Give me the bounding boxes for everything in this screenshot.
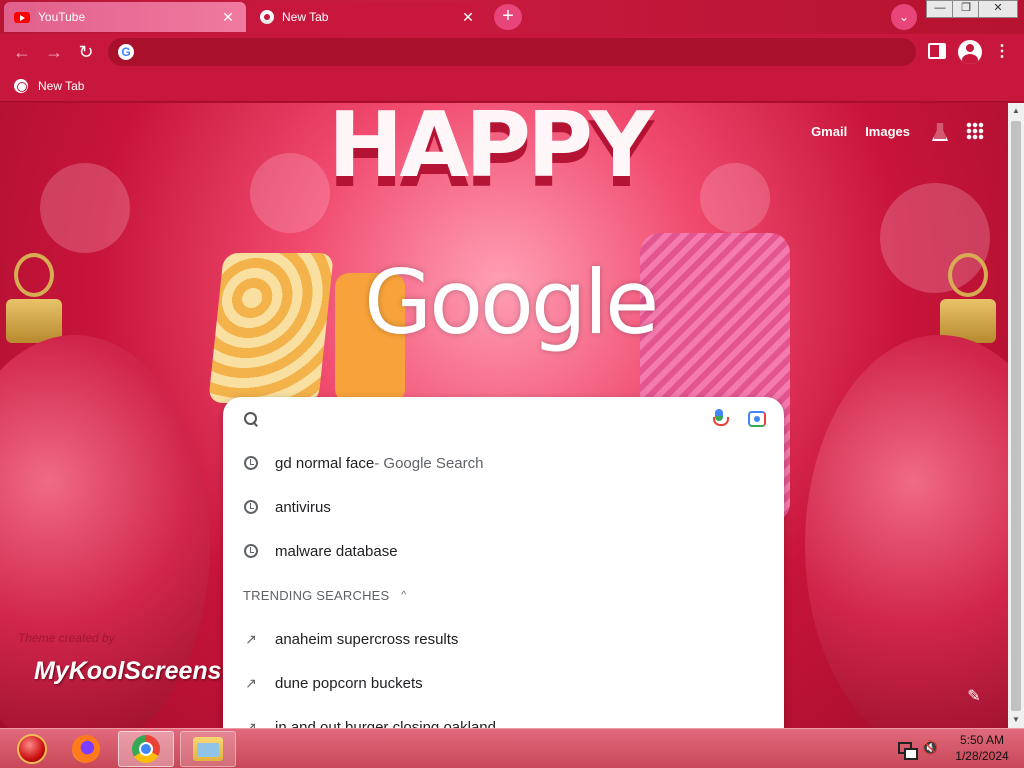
google-logo: Google: [364, 251, 659, 354]
bookmark-label: New Tab: [38, 79, 85, 93]
chrome-icon: [260, 10, 274, 24]
apps-grid-icon[interactable]: [966, 122, 984, 140]
trending-item[interactable]: ↗ anaheim supercross results: [223, 617, 784, 661]
suggestion-text: antivirus: [275, 498, 331, 516]
trending-header: TRENDING SEARCHES ^: [223, 573, 784, 617]
page-scrollbar[interactable]: ▲ ▼: [1008, 103, 1024, 728]
history-clock-icon: [244, 544, 258, 558]
trending-arrow-icon: ↗: [245, 630, 257, 647]
maximize-button[interactable]: ❐: [952, 0, 980, 18]
reload-button[interactable]: ↻: [74, 40, 98, 64]
ornament-right: [805, 335, 1008, 728]
bokeh-decoration: [700, 163, 770, 233]
omnibox[interactable]: G: [108, 38, 916, 66]
search-icon: [243, 411, 259, 427]
suggestion-item[interactable]: malware database: [223, 529, 784, 573]
profile-avatar-icon[interactable]: [958, 40, 982, 64]
scroll-thumb[interactable]: [1011, 121, 1021, 711]
start-button[interactable]: [4, 731, 60, 767]
youtube-icon: [14, 11, 30, 23]
back-button[interactable]: ←: [10, 40, 34, 64]
more-menu-icon[interactable]: ⋮: [994, 42, 1010, 62]
trending-text: dune popcorn buckets: [275, 674, 423, 692]
suggestion-item[interactable]: gd normal face - Google Search: [223, 441, 784, 485]
images-link[interactable]: Images: [865, 124, 910, 139]
chrome-icon: [132, 735, 160, 763]
forward-button[interactable]: →: [42, 40, 66, 64]
network-icon[interactable]: [898, 740, 918, 760]
bookmarks-bar: New Tab: [0, 70, 1024, 102]
suggestion-suffix: - Google Search: [374, 454, 484, 472]
system-clock[interactable]: 5:50 AM 1/28/2024: [950, 732, 1014, 764]
minimize-button[interactable]: —: [926, 0, 954, 18]
tab-title: YouTube: [38, 10, 86, 24]
google-g-icon: G: [118, 44, 134, 60]
history-clock-icon: [244, 456, 258, 470]
microphone-icon[interactable]: [712, 409, 729, 429]
search-input[interactable]: [275, 410, 712, 428]
bokeh-decoration: [40, 163, 130, 253]
search-row: [223, 397, 784, 441]
history-clock-icon: [244, 500, 258, 514]
labs-flask-icon[interactable]: [928, 121, 948, 141]
new-tab-button[interactable]: +: [494, 4, 522, 30]
trending-title: TRENDING SEARCHES: [243, 587, 390, 603]
tab-search-button[interactable]: ⌄: [891, 4, 917, 30]
firefox-icon: [72, 735, 100, 763]
bookmark-new-tab[interactable]: New Tab: [14, 76, 84, 96]
trending-arrow-icon: ↗: [245, 674, 257, 691]
ornament-ring: [948, 253, 988, 297]
search-dropdown: gd normal face - Google Search antivirus…: [223, 397, 784, 728]
new-tab-page: HAPPY Gmail Images Google Theme created …: [0, 103, 1008, 728]
customize-pencil-icon[interactable]: ✎: [960, 683, 988, 711]
trending-arrow-icon: ↗: [245, 718, 257, 729]
trending-text: in and out burger closing oakland: [275, 718, 496, 729]
trending-item[interactable]: ↗ dune popcorn buckets: [223, 661, 784, 705]
suggestion-item[interactable]: antivirus: [223, 485, 784, 529]
tab-new-tab[interactable]: New Tab ✕: [250, 2, 486, 32]
decorative-letter: [208, 253, 334, 403]
toolbar: ← → ↻ G ⋮: [0, 34, 1024, 70]
taskbar-file-explorer[interactable]: [180, 731, 236, 767]
tab-strip: YouTube ✕ New Tab ✕ + ⌄ — ❐ ✕: [0, 0, 1024, 34]
address-bar-input[interactable]: [144, 44, 904, 60]
tab-youtube[interactable]: YouTube ✕: [4, 2, 246, 32]
top-links: Gmail Images: [811, 121, 984, 141]
trending-item[interactable]: ↗ in and out burger closing oakland: [223, 705, 784, 729]
taskbar-firefox[interactable]: [58, 731, 114, 767]
taskbar: [0, 728, 1024, 768]
google-lens-icon[interactable]: [748, 411, 766, 427]
taskbar-chrome[interactable]: [118, 731, 174, 767]
happy-decoration: HAPPY: [328, 103, 654, 198]
folder-icon: [193, 737, 223, 761]
theme-credit[interactable]: Theme created by: [18, 631, 115, 645]
suggestion-text: gd normal face: [275, 454, 375, 472]
clock-time: 5:50 AM: [959, 733, 1005, 747]
ornament-cap: [6, 299, 62, 343]
side-panel-icon[interactable]: [928, 43, 946, 59]
theme-brand[interactable]: MyKoolScreens: [34, 657, 222, 686]
ornament-ring: [14, 253, 54, 297]
start-orb-icon: [17, 734, 47, 764]
clock-date: 1/28/2024: [955, 749, 1009, 763]
scroll-up-arrow-icon[interactable]: ▲: [1008, 103, 1024, 119]
tab-title: New Tab: [282, 10, 329, 24]
scroll-down-arrow-icon[interactable]: ▼: [1008, 712, 1024, 728]
close-window-button[interactable]: ✕: [978, 0, 1018, 18]
bokeh-decoration: [250, 153, 330, 233]
tab-close-icon[interactable]: ✕: [220, 9, 236, 25]
collapse-chevron-icon[interactable]: ^: [401, 590, 406, 601]
suggestion-text: malware database: [275, 542, 398, 560]
gmail-link[interactable]: Gmail: [811, 124, 847, 139]
volume-muted-icon[interactable]: 🔇: [922, 740, 938, 756]
globe-icon: [14, 79, 28, 93]
trending-text: anaheim supercross results: [275, 630, 459, 648]
tab-close-icon[interactable]: ✕: [460, 9, 476, 25]
